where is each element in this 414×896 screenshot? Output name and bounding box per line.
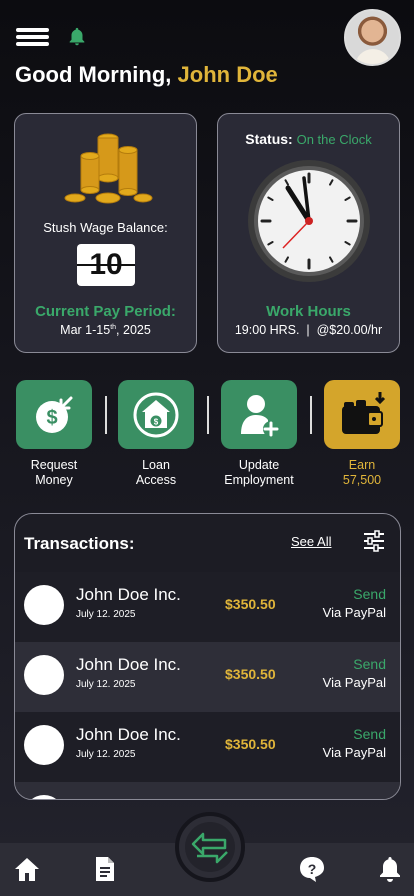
- transactions-panel: Transactions: See All John Doe Inc. July…: [14, 513, 401, 800]
- request-money-label: Request Money: [30, 458, 78, 487]
- transaction-method: Via PayPal: [322, 745, 386, 760]
- action-divider: [310, 396, 312, 434]
- bell-icon[interactable]: [376, 855, 404, 883]
- pay-period-title: Current Pay Period:: [35, 303, 176, 320]
- earn-button[interactable]: Earn 57,500: [324, 380, 400, 488]
- transaction-type: Send: [353, 586, 386, 602]
- work-hours-title: Work Hours: [266, 303, 351, 320]
- transfer-button-inner: [185, 822, 235, 872]
- see-all-link[interactable]: See All: [291, 534, 331, 549]
- greeting: Good Morning, John Doe: [15, 62, 278, 88]
- transaction-avatar: [24, 585, 64, 625]
- transaction-date: July 12. 2025: [76, 749, 136, 760]
- transaction-method: Via PayPal: [322, 605, 386, 620]
- add-user-icon: [241, 395, 279, 437]
- transaction-avatar: [24, 725, 64, 765]
- wage-balance-label: Stush Wage Balance:: [43, 220, 168, 235]
- earn-label: Earn 57,500: [342, 458, 382, 487]
- pay-period-start: Mar 1-15: [60, 323, 111, 337]
- transactions-title: Transactions:: [24, 534, 135, 553]
- status-card[interactable]: Status: On the Clock Work Hours 19:00 HR…: [217, 113, 400, 353]
- work-hours-detail: 19:00 HRS. | @$20.00/hr: [234, 323, 383, 337]
- help-icon[interactable]: ?: [298, 855, 326, 883]
- transaction-amount: $350.50: [225, 666, 276, 682]
- transaction-date: July 12. 2025: [76, 609, 136, 620]
- loan-access-label: Loan Access: [135, 458, 177, 487]
- wallet-icon: [342, 392, 386, 434]
- wage-balance-card[interactable]: Stush Wage Balance: 10 Current Pay Perio…: [14, 113, 197, 353]
- transaction-method: Via PayPal: [322, 675, 386, 690]
- loan-access-tile: $: [118, 380, 194, 449]
- greeting-prefix: Good Morning,: [15, 62, 172, 87]
- pay-period-year: , 2025: [116, 323, 151, 337]
- transfer-arrows-icon: [191, 832, 228, 864]
- transaction-row-partial[interactable]: [15, 782, 400, 799]
- loan-access-button[interactable]: $ Loan Access: [118, 380, 194, 488]
- status-line: Status: On the Clock: [218, 131, 399, 147]
- transaction-type: Send: [353, 656, 386, 672]
- transaction-avatar: [24, 795, 64, 799]
- user-name: John Doe: [177, 62, 278, 87]
- wage-balance-value: 10: [77, 244, 135, 286]
- transaction-row[interactable]: John Doe Inc. July 12. 2025 $350.50 Send…: [15, 712, 400, 782]
- top-bar: Good Morning, John Doe: [0, 0, 414, 110]
- gold-coins-icon: [64, 133, 153, 204]
- document-icon[interactable]: [91, 855, 119, 883]
- transaction-date: July 12. 2025: [76, 679, 136, 690]
- request-money-tile: $: [16, 380, 92, 449]
- status-value: On the Clock: [296, 132, 372, 147]
- filter-icon[interactable]: [363, 530, 385, 552]
- action-divider: [105, 396, 107, 434]
- action-divider: [207, 396, 209, 434]
- transaction-company: John Doe Inc.: [76, 725, 181, 744]
- pay-period-dates: Mar 1-15th, 2025: [15, 323, 196, 337]
- avatar[interactable]: [344, 9, 401, 66]
- bell-icon[interactable]: [66, 25, 88, 49]
- transfer-button[interactable]: [175, 812, 245, 882]
- transaction-amount: $350.50: [225, 596, 276, 612]
- update-employment-button[interactable]: Update Employment: [221, 380, 297, 488]
- loan-access-icon: $: [133, 392, 179, 438]
- transaction-amount: $350.50: [225, 736, 276, 752]
- transaction-company: John Doe Inc.: [76, 655, 181, 674]
- svg-text:$: $: [154, 418, 159, 427]
- home-icon[interactable]: [13, 855, 41, 883]
- earn-tile: [324, 380, 400, 449]
- transaction-avatar: [24, 655, 64, 695]
- update-employment-tile: [221, 380, 297, 449]
- update-employment-label: Update Employment: [224, 458, 294, 487]
- svg-text:?: ?: [308, 861, 317, 877]
- transaction-row[interactable]: John Doe Inc. July 12. 2025 $350.50 Send…: [15, 572, 400, 642]
- transaction-company: John Doe Inc.: [76, 585, 181, 604]
- hamburger-menu-icon[interactable]: [16, 28, 49, 46]
- request-money-icon: $: [36, 396, 73, 433]
- transaction-type: Send: [353, 726, 386, 742]
- svg-text:$: $: [46, 407, 57, 429]
- quick-actions: $ Request Money $ Loan Access Update Emp…: [0, 380, 414, 490]
- clock-icon: [248, 160, 370, 282]
- request-money-button[interactable]: $ Request Money: [16, 380, 92, 488]
- transaction-row[interactable]: John Doe Inc. July 12. 2025 $350.50 Send…: [15, 642, 400, 712]
- status-label: Status:: [245, 131, 293, 147]
